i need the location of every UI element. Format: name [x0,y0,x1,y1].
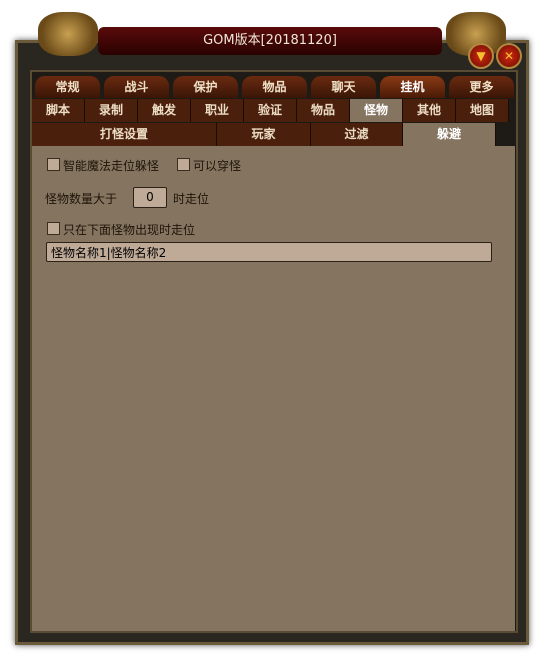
sub-tabs: 脚本 录制 触发 职业 验证 物品 怪物 其他 地图 [32,99,509,122]
close-icon: ✕ [503,49,515,63]
dodge-content [32,146,515,631]
monster-names-input[interactable]: 怪物名称1|怪物名称2 [46,242,492,262]
smart-dodge-label: 智能魔法走位躲怪 [63,159,160,173]
tab-protect[interactable]: 保护 [173,76,238,98]
dragon-ornament-left-icon [38,12,98,56]
tab-record[interactable]: 录制 [85,99,138,122]
main-tabs: 常规 战斗 保护 物品 聊天 挂机 更多 [35,76,518,98]
smart-dodge-checkbox[interactable] [47,158,60,171]
third-tabs: 打怪设置 玩家 过滤 躲避 [32,123,496,146]
tab-trigger[interactable]: 触发 [138,99,191,122]
count-prefix-label: 怪物数量大于 [45,192,118,206]
tab-more[interactable]: 更多 [449,76,514,98]
pass-through-checkbox[interactable] [177,158,190,171]
tab-other[interactable]: 其他 [403,99,456,122]
only-listed-label: 只在下面怪物出现时走位 [63,223,196,237]
tab-players[interactable]: 玩家 [217,123,311,146]
pass-through-label: 可以穿怪 [193,159,242,173]
tab-auto[interactable]: 挂机 [380,76,445,98]
tab-filter[interactable]: 过滤 [311,123,403,146]
minimize-button[interactable]: ▼ [468,43,494,69]
tab-script[interactable]: 脚本 [32,99,85,122]
tab-chat[interactable]: 聊天 [311,76,376,98]
chevron-down-icon: ▼ [476,49,486,63]
tab-class[interactable]: 职业 [191,99,244,122]
tab-map[interactable]: 地图 [456,99,509,122]
tab-monster[interactable]: 怪物 [350,99,403,122]
tab-general[interactable]: 常规 [35,76,100,98]
monster-count-input[interactable]: 0 [133,187,167,208]
tab-sub-items[interactable]: 物品 [297,99,350,122]
tab-attack-settings[interactable]: 打怪设置 [32,123,217,146]
window-title[interactable]: GOM版本[20181120] [98,27,442,55]
close-button[interactable]: ✕ [496,43,522,69]
tab-dodge[interactable]: 躲避 [403,123,496,146]
tab-combat[interactable]: 战斗 [104,76,169,98]
only-listed-checkbox[interactable] [47,222,60,235]
tab-verify[interactable]: 验证 [244,99,297,122]
tab-items[interactable]: 物品 [242,76,307,98]
count-suffix-label: 时走位 [173,192,210,206]
